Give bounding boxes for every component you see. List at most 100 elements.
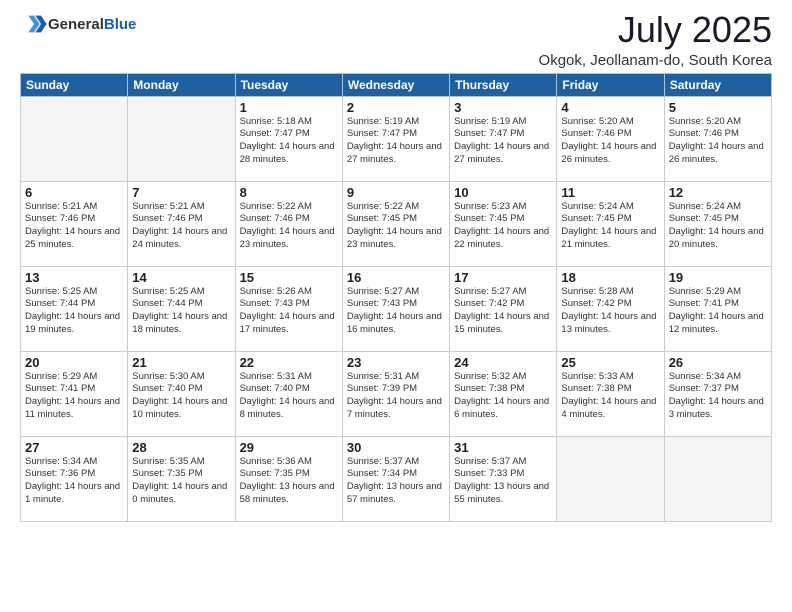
day-number: 15 (240, 270, 338, 285)
table-row (557, 436, 664, 521)
cell-info: Sunrise: 5:22 AM Sunset: 7:45 PM Dayligh… (347, 201, 445, 252)
day-number: 14 (132, 270, 230, 285)
title-block: July 2025 Okgok, Jeollanam-do, South Kor… (539, 10, 772, 69)
header-thursday: Thursday (450, 73, 557, 96)
day-number: 29 (240, 440, 338, 455)
cell-info: Sunrise: 5:19 AM Sunset: 7:47 PM Dayligh… (347, 116, 445, 167)
calendar-week-row: 27Sunrise: 5:34 AM Sunset: 7:36 PM Dayli… (21, 436, 772, 521)
generalblue-logo-icon (20, 10, 48, 38)
location: Okgok, Jeollanam-do, South Korea (539, 52, 772, 69)
cell-info: Sunrise: 5:20 AM Sunset: 7:46 PM Dayligh… (561, 116, 659, 167)
table-row: 8Sunrise: 5:22 AM Sunset: 7:46 PM Daylig… (235, 181, 342, 266)
table-row: 30Sunrise: 5:37 AM Sunset: 7:34 PM Dayli… (342, 436, 449, 521)
table-row: 16Sunrise: 5:27 AM Sunset: 7:43 PM Dayli… (342, 266, 449, 351)
cell-info: Sunrise: 5:32 AM Sunset: 7:38 PM Dayligh… (454, 371, 552, 422)
header-monday: Monday (128, 73, 235, 96)
header-saturday: Saturday (664, 73, 771, 96)
day-number: 11 (561, 185, 659, 200)
cell-info: Sunrise: 5:26 AM Sunset: 7:43 PM Dayligh… (240, 286, 338, 337)
table-row: 27Sunrise: 5:34 AM Sunset: 7:36 PM Dayli… (21, 436, 128, 521)
table-row: 12Sunrise: 5:24 AM Sunset: 7:45 PM Dayli… (664, 181, 771, 266)
day-number: 18 (561, 270, 659, 285)
cell-info: Sunrise: 5:25 AM Sunset: 7:44 PM Dayligh… (25, 286, 123, 337)
cell-info: Sunrise: 5:34 AM Sunset: 7:37 PM Dayligh… (669, 371, 767, 422)
table-row: 29Sunrise: 5:36 AM Sunset: 7:35 PM Dayli… (235, 436, 342, 521)
table-row: 14Sunrise: 5:25 AM Sunset: 7:44 PM Dayli… (128, 266, 235, 351)
table-row (664, 436, 771, 521)
cell-info: Sunrise: 5:27 AM Sunset: 7:42 PM Dayligh… (454, 286, 552, 337)
cell-info: Sunrise: 5:28 AM Sunset: 7:42 PM Dayligh… (561, 286, 659, 337)
cell-info: Sunrise: 5:31 AM Sunset: 7:40 PM Dayligh… (240, 371, 338, 422)
day-number: 6 (25, 185, 123, 200)
day-number: 7 (132, 185, 230, 200)
table-row: 15Sunrise: 5:26 AM Sunset: 7:43 PM Dayli… (235, 266, 342, 351)
cell-info: Sunrise: 5:20 AM Sunset: 7:46 PM Dayligh… (669, 116, 767, 167)
logo-general: General (48, 16, 104, 33)
day-number: 5 (669, 100, 767, 115)
table-row: 28Sunrise: 5:35 AM Sunset: 7:35 PM Dayli… (128, 436, 235, 521)
table-row: 6Sunrise: 5:21 AM Sunset: 7:46 PM Daylig… (21, 181, 128, 266)
cell-info: Sunrise: 5:21 AM Sunset: 7:46 PM Dayligh… (132, 201, 230, 252)
table-row: 11Sunrise: 5:24 AM Sunset: 7:45 PM Dayli… (557, 181, 664, 266)
cell-info: Sunrise: 5:22 AM Sunset: 7:46 PM Dayligh… (240, 201, 338, 252)
day-number: 25 (561, 355, 659, 370)
day-number: 10 (454, 185, 552, 200)
cell-info: Sunrise: 5:30 AM Sunset: 7:40 PM Dayligh… (132, 371, 230, 422)
table-row: 10Sunrise: 5:23 AM Sunset: 7:45 PM Dayli… (450, 181, 557, 266)
logo: GeneralBlue (20, 10, 136, 38)
header-wednesday: Wednesday (342, 73, 449, 96)
header-tuesday: Tuesday (235, 73, 342, 96)
table-row: 19Sunrise: 5:29 AM Sunset: 7:41 PM Dayli… (664, 266, 771, 351)
header-friday: Friday (557, 73, 664, 96)
day-number: 9 (347, 185, 445, 200)
day-number: 16 (347, 270, 445, 285)
table-row: 2Sunrise: 5:19 AM Sunset: 7:47 PM Daylig… (342, 96, 449, 181)
calendar-week-row: 1Sunrise: 5:18 AM Sunset: 7:47 PM Daylig… (21, 96, 772, 181)
cell-info: Sunrise: 5:37 AM Sunset: 7:33 PM Dayligh… (454, 456, 552, 507)
weekday-header-row: Sunday Monday Tuesday Wednesday Thursday… (21, 73, 772, 96)
cell-info: Sunrise: 5:34 AM Sunset: 7:36 PM Dayligh… (25, 456, 123, 507)
table-row: 20Sunrise: 5:29 AM Sunset: 7:41 PM Dayli… (21, 351, 128, 436)
table-row: 7Sunrise: 5:21 AM Sunset: 7:46 PM Daylig… (128, 181, 235, 266)
cell-info: Sunrise: 5:25 AM Sunset: 7:44 PM Dayligh… (132, 286, 230, 337)
table-row: 23Sunrise: 5:31 AM Sunset: 7:39 PM Dayli… (342, 351, 449, 436)
day-number: 19 (669, 270, 767, 285)
calendar-week-row: 6Sunrise: 5:21 AM Sunset: 7:46 PM Daylig… (21, 181, 772, 266)
month-year: July 2025 (539, 10, 772, 50)
day-number: 28 (132, 440, 230, 455)
table-row: 9Sunrise: 5:22 AM Sunset: 7:45 PM Daylig… (342, 181, 449, 266)
page: GeneralBlue July 2025 Okgok, Jeollanam-d… (0, 0, 792, 612)
table-row: 31Sunrise: 5:37 AM Sunset: 7:33 PM Dayli… (450, 436, 557, 521)
day-number: 23 (347, 355, 445, 370)
table-row: 22Sunrise: 5:31 AM Sunset: 7:40 PM Dayli… (235, 351, 342, 436)
table-row: 25Sunrise: 5:33 AM Sunset: 7:38 PM Dayli… (557, 351, 664, 436)
cell-info: Sunrise: 5:37 AM Sunset: 7:34 PM Dayligh… (347, 456, 445, 507)
table-row: 13Sunrise: 5:25 AM Sunset: 7:44 PM Dayli… (21, 266, 128, 351)
day-number: 17 (454, 270, 552, 285)
table-row: 21Sunrise: 5:30 AM Sunset: 7:40 PM Dayli… (128, 351, 235, 436)
table-row: 18Sunrise: 5:28 AM Sunset: 7:42 PM Dayli… (557, 266, 664, 351)
day-number: 21 (132, 355, 230, 370)
cell-info: Sunrise: 5:21 AM Sunset: 7:46 PM Dayligh… (25, 201, 123, 252)
cell-info: Sunrise: 5:24 AM Sunset: 7:45 PM Dayligh… (561, 201, 659, 252)
day-number: 3 (454, 100, 552, 115)
table-row (21, 96, 128, 181)
table-row: 24Sunrise: 5:32 AM Sunset: 7:38 PM Dayli… (450, 351, 557, 436)
table-row: 5Sunrise: 5:20 AM Sunset: 7:46 PM Daylig… (664, 96, 771, 181)
cell-info: Sunrise: 5:19 AM Sunset: 7:47 PM Dayligh… (454, 116, 552, 167)
cell-info: Sunrise: 5:29 AM Sunset: 7:41 PM Dayligh… (25, 371, 123, 422)
cell-info: Sunrise: 5:18 AM Sunset: 7:47 PM Dayligh… (240, 116, 338, 167)
calendar-week-row: 13Sunrise: 5:25 AM Sunset: 7:44 PM Dayli… (21, 266, 772, 351)
day-number: 30 (347, 440, 445, 455)
header: GeneralBlue July 2025 Okgok, Jeollanam-d… (20, 10, 772, 69)
cell-info: Sunrise: 5:27 AM Sunset: 7:43 PM Dayligh… (347, 286, 445, 337)
cell-info: Sunrise: 5:23 AM Sunset: 7:45 PM Dayligh… (454, 201, 552, 252)
logo-blue: Blue (104, 16, 137, 33)
day-number: 20 (25, 355, 123, 370)
table-row: 17Sunrise: 5:27 AM Sunset: 7:42 PM Dayli… (450, 266, 557, 351)
day-number: 4 (561, 100, 659, 115)
day-number: 24 (454, 355, 552, 370)
table-row: 26Sunrise: 5:34 AM Sunset: 7:37 PM Dayli… (664, 351, 771, 436)
header-sunday: Sunday (21, 73, 128, 96)
cell-info: Sunrise: 5:33 AM Sunset: 7:38 PM Dayligh… (561, 371, 659, 422)
